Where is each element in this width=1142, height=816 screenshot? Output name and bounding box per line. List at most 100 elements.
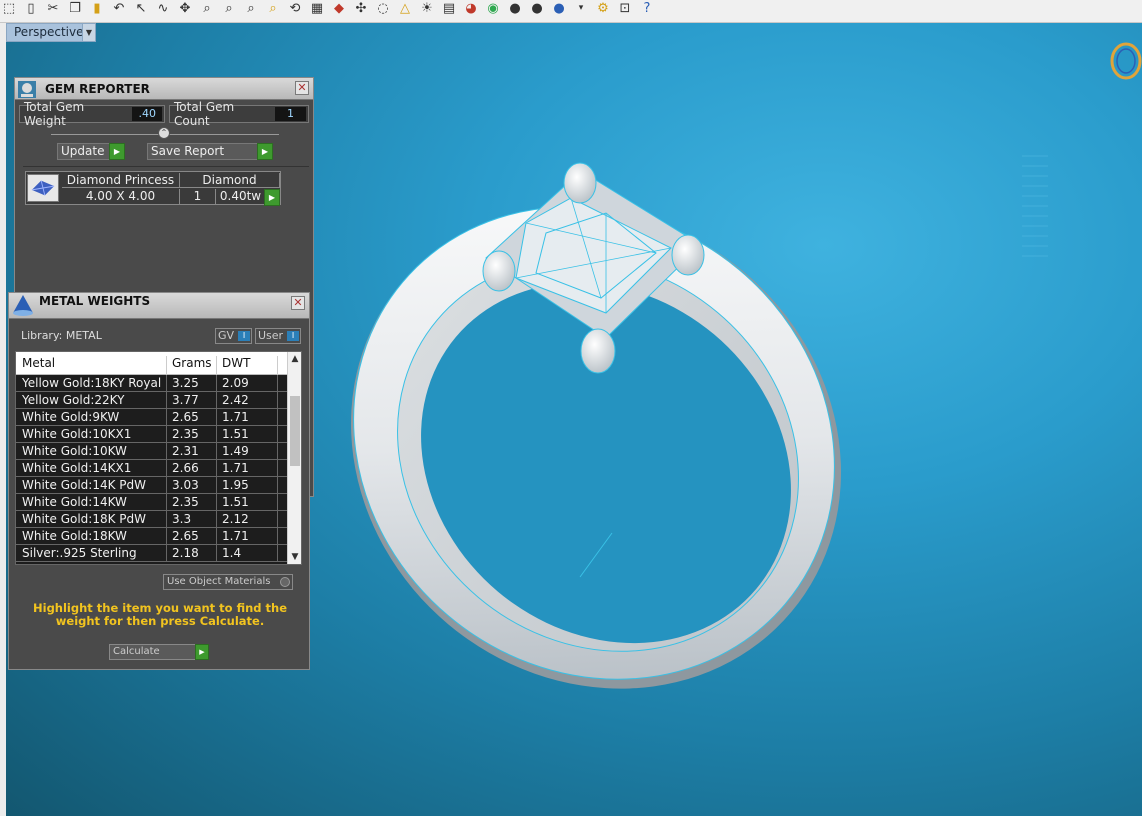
toggle-indicator-icon: I	[287, 331, 299, 341]
grams-cell: 2.66	[172, 461, 199, 475]
toggle-indicator-icon: I	[238, 331, 250, 341]
scroll-up-icon[interactable]: ▲	[289, 354, 301, 366]
total-gem-weight-value: .40	[132, 107, 162, 121]
dropdown-icon[interactable]: ▾	[572, 0, 590, 17]
table-row[interactable]: White Gold:14K PdW 3.03 1.95	[16, 477, 288, 494]
zoom-extents-icon[interactable]: ⌕	[242, 0, 260, 17]
table-row[interactable]: White Gold:18KW 2.65 1.71	[16, 528, 288, 545]
table-row[interactable]: White Gold:9KW 2.65 1.71	[16, 409, 288, 426]
metal-cell: White Gold:18K PdW	[22, 512, 147, 526]
rotate-icon[interactable]: ⟲	[286, 0, 304, 17]
metal-cell: Yellow Gold:22KY	[22, 393, 125, 407]
total-gem-weight: Total Gem Weight .40	[19, 100, 165, 128]
help-icon[interactable]: ?	[638, 0, 656, 17]
table-row[interactable]: Silver:.925 Sterling 2.18 1.4	[16, 545, 288, 562]
gumball-icon[interactable]: ✣	[352, 0, 370, 17]
viewport-dropdown-icon[interactable]: ▼	[82, 23, 96, 42]
table-row[interactable]: Yellow Gold:22KY 3.77 2.42	[16, 392, 288, 409]
calculate-button-label: Calculate	[113, 646, 160, 657]
table-row[interactable]: White Gold:10KW 2.31 1.49	[16, 443, 288, 460]
grams-cell: 3.3	[172, 512, 192, 526]
column-header-metal[interactable]: Metal	[22, 356, 55, 370]
user-toggle[interactable]: User I	[255, 328, 301, 344]
scroll-down-icon[interactable]: ▼	[289, 552, 301, 564]
library-label: Library: METAL	[21, 329, 102, 342]
total-gem-count: Total Gem Count 1	[169, 100, 309, 128]
select-icon[interactable]: ⬚	[0, 0, 18, 17]
main-toolbar: ⬚ ▯ ✂ ❐ ▮ ↶ ↖ ∿ ✥ ⌕ ⌕ ⌕ ⌕ ⟲ ▦ ◆ ✣ ◌ △ ☀ …	[0, 0, 1142, 23]
update-button-label: Update	[61, 144, 105, 158]
grams-cell: 2.31	[172, 444, 199, 458]
globe-icon[interactable]: ●	[550, 0, 568, 17]
undo-icon[interactable]: ↶	[110, 0, 128, 17]
gem-reporter-titlebar[interactable]: GEM REPORTER ✕	[15, 78, 313, 100]
layout-icon[interactable]: ▦	[308, 0, 326, 17]
play-icon[interactable]: ▶	[264, 189, 280, 206]
new-icon[interactable]: ▯	[22, 0, 40, 17]
table-row[interactable]: White Gold:18K PdW 3.3 2.12	[16, 511, 288, 528]
orbit-icon[interactable]: ◌	[374, 0, 392, 17]
dwt-cell: 1.49	[222, 444, 249, 458]
prong	[580, 328, 616, 374]
column-header-dwt[interactable]: DWT	[222, 356, 250, 370]
pointer-icon[interactable]: ↖	[132, 0, 150, 17]
grams-cell: 3.25	[172, 376, 199, 390]
metal-cell: White Gold:9KW	[22, 410, 120, 424]
gem-go-button[interactable]: ▶	[264, 189, 280, 206]
slider-handle[interactable]: ⌃	[158, 127, 170, 139]
car-icon[interactable]: ◆	[330, 0, 348, 17]
snap-icon[interactable]: ⊡	[616, 0, 634, 17]
metal-cell: White Gold:14KX1	[22, 461, 132, 475]
copy-icon[interactable]: ❐	[66, 0, 84, 17]
close-icon[interactable]: ✕	[295, 81, 309, 95]
use-object-materials-option[interactable]: Use Object Materials	[163, 574, 293, 590]
pan-icon[interactable]: ✥	[176, 0, 194, 17]
play-icon[interactable]: ▶	[257, 143, 273, 160]
zoom-icon[interactable]: ⌕	[198, 0, 216, 17]
gem-report-icon	[18, 81, 36, 98]
metal-table[interactable]: Metal Grams DWT Yellow Gold:18KY Royal 3.…	[15, 351, 302, 565]
render-icon[interactable]: ◕	[462, 0, 480, 17]
zoom-selected-icon[interactable]: ⌕	[264, 0, 282, 17]
update-button[interactable]: Update ▶	[57, 143, 125, 160]
table-row[interactable]: White Gold:14KW 2.35 1.51	[16, 494, 288, 511]
light-icon[interactable]: ☀	[418, 0, 436, 17]
metal-table-scrollbar[interactable]: ▲ ▼	[287, 352, 301, 564]
warning-icon[interactable]: △	[396, 0, 414, 17]
user-toggle-label: User	[258, 329, 284, 342]
column-header-grams[interactable]: Grams	[172, 356, 212, 370]
total-gem-weight-label: Total Gem Weight	[24, 100, 85, 128]
close-icon[interactable]: ✕	[291, 296, 305, 310]
radio-icon[interactable]	[280, 577, 290, 587]
paste-icon[interactable]: ▮	[88, 0, 106, 17]
save-report-button[interactable]: Save Report ▶	[147, 143, 273, 160]
gem-cut: Diamond Princess	[62, 173, 180, 188]
gv-toggle[interactable]: GV I	[215, 328, 252, 344]
metal-weights-titlebar[interactable]: METAL WEIGHTS ✕	[9, 293, 309, 319]
table-row[interactable]: White Gold:14KX1 2.66 1.71	[16, 460, 288, 477]
table-row[interactable]: White Gold:10KX1 2.35 1.51	[16, 426, 288, 443]
viewport-label[interactable]: Perspective	[6, 23, 92, 42]
play-icon[interactable]: ▶	[195, 644, 209, 660]
material-sphere-dark-icon[interactable]: ●	[528, 0, 546, 17]
scrollbar-thumb[interactable]	[290, 396, 300, 466]
zoom-window-icon[interactable]: ⌕	[220, 0, 238, 17]
table-row[interactable]: Yellow Gold:18KY Royal 3.25 2.09	[16, 375, 288, 392]
grid-overlay	[1022, 155, 1048, 257]
calculate-button[interactable]: Calculate ▶	[109, 644, 209, 660]
grams-cell: 2.35	[172, 495, 199, 509]
table-row[interactable]	[16, 562, 288, 564]
total-gem-count-label: Total Gem Count	[174, 100, 235, 128]
color-wheel-icon[interactable]: ◉	[484, 0, 502, 17]
navigation-ring-icon[interactable]	[1106, 41, 1142, 85]
document-icon[interactable]: ▤	[440, 0, 458, 17]
metal-weights-panel: METAL WEIGHTS ✕ Library: METAL GV I User…	[8, 292, 310, 670]
curve-icon[interactable]: ∿	[154, 0, 172, 17]
gem-list-item[interactable]: Diamond Princess Diamond 4.00 X 4.00 1 0…	[25, 171, 281, 206]
settings-icon[interactable]: ⚙	[594, 0, 612, 17]
cut-icon[interactable]: ✂	[44, 0, 62, 17]
material-sphere-icon[interactable]: ●	[506, 0, 524, 17]
metal-cell: White Gold:10KX1	[22, 427, 132, 441]
grams-cell: 3.77	[172, 393, 199, 407]
play-icon[interactable]: ▶	[109, 143, 125, 160]
